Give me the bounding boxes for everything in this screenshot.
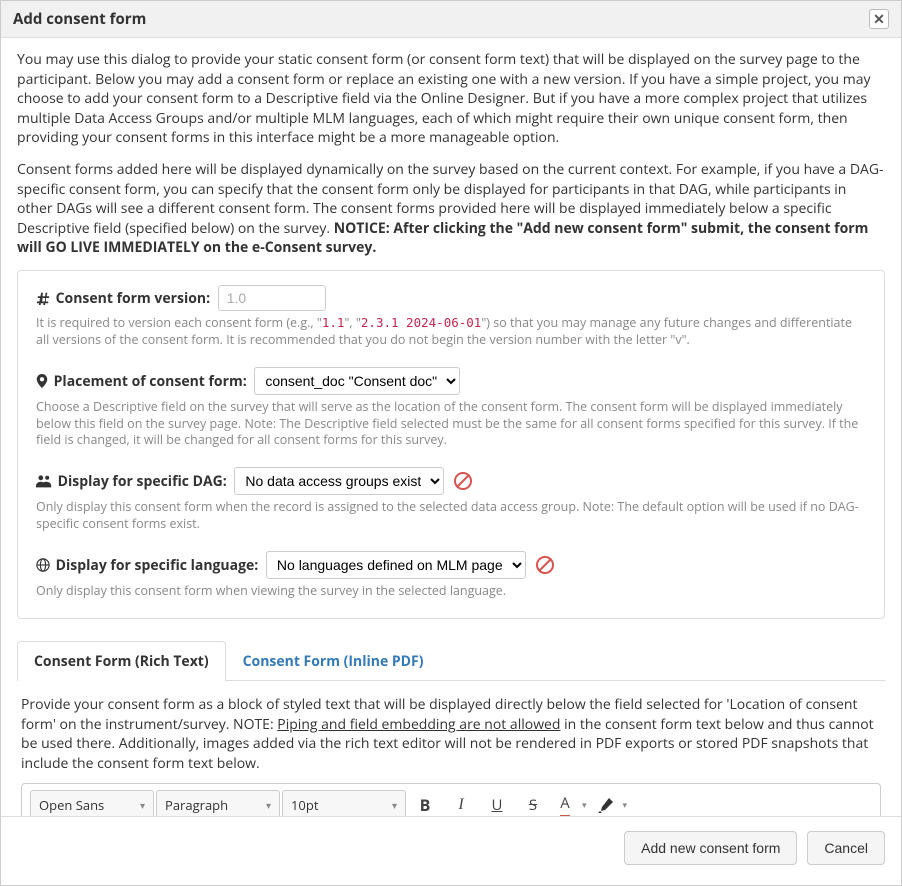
font-family-select[interactable]: Open Sans▾ — [30, 790, 154, 816]
underline-button[interactable]: U — [480, 790, 514, 816]
language-select[interactable]: No languages defined on MLM page — [266, 551, 526, 579]
prohibit-icon — [536, 556, 554, 574]
language-hint: Only display this consent form when view… — [36, 583, 866, 600]
rich-text-editor: Open Sans▾ Paragraph▾ 10pt▾ B I U S — [21, 783, 881, 816]
globe-icon — [36, 558, 50, 572]
highlight-button[interactable] — [593, 790, 619, 816]
rich-text-description: Provide your consent form as a block of … — [21, 695, 881, 773]
dialog-body: You may use this dialog to provide your … — [1, 38, 901, 816]
tab-rich-text[interactable]: Consent Form (Rich Text) — [17, 641, 226, 681]
language-row: Display for specific language: No langua… — [36, 551, 866, 579]
close-icon: ✕ — [873, 10, 885, 29]
intro-paragraph-2: Consent forms added here will be display… — [17, 160, 885, 258]
prohibit-icon — [454, 472, 472, 490]
users-icon — [36, 474, 52, 488]
chevron-down-icon: ▾ — [140, 798, 145, 812]
rich-text-tab-content: Provide your consent form as a block of … — [17, 681, 885, 816]
text-color-dropdown[interactable]: ▾ — [578, 799, 591, 812]
placement-hint: Choose a Descriptive field on the survey… — [36, 399, 866, 450]
chevron-down-icon: ▾ — [266, 798, 271, 812]
text-color-button[interactable]: A — [552, 790, 578, 816]
dag-hint: Only display this consent form when the … — [36, 499, 866, 533]
intro-paragraph-1: You may use this dialog to provide your … — [17, 50, 885, 148]
highlighter-icon — [598, 797, 614, 813]
dag-select[interactable]: No data access groups exist — [234, 467, 444, 495]
bold-button[interactable]: B — [408, 790, 442, 816]
dag-label: Display for specific DAG: — [36, 472, 230, 491]
placement-select[interactable]: consent_doc "Consent doc" — [254, 367, 460, 395]
consent-tabs: Consent Form (Rich Text) Consent Form (I… — [17, 641, 885, 681]
version-label: Consent form version: — [36, 289, 214, 308]
language-label: Display for specific language: — [36, 556, 262, 575]
highlight-dropdown[interactable]: ▾ — [619, 799, 632, 812]
dialog-footer: Add new consent form Cancel — [1, 816, 901, 879]
hash-icon — [36, 291, 50, 305]
settings-panel: Consent form version: It is required to … — [17, 270, 885, 619]
tab-inline-pdf[interactable]: Consent Form (Inline PDF) — [226, 641, 441, 681]
placement-row: Placement of consent form: consent_doc "… — [36, 367, 866, 395]
dialog: Add consent form ✕ You may use this dial… — [0, 0, 902, 886]
italic-button[interactable]: I — [444, 790, 478, 816]
map-pin-icon — [36, 374, 48, 388]
block-format-select[interactable]: Paragraph▾ — [156, 790, 280, 816]
add-consent-form-button[interactable]: Add new consent form — [624, 831, 797, 865]
chevron-down-icon: ▾ — [392, 798, 397, 812]
editor-toolbar-row-1: Open Sans▾ Paragraph▾ 10pt▾ B I U S — [22, 784, 880, 816]
strikethrough-button[interactable]: S — [516, 790, 550, 816]
text-color-combo: A ▾ — [552, 790, 591, 816]
close-button[interactable]: ✕ — [869, 9, 889, 29]
highlight-combo: ▾ — [593, 790, 632, 816]
version-hint: It is required to version each consent f… — [36, 315, 866, 349]
placement-label: Placement of consent form: — [36, 372, 250, 391]
version-input[interactable] — [218, 285, 326, 311]
dialog-title: Add consent form — [13, 9, 146, 29]
cancel-button[interactable]: Cancel — [807, 831, 885, 865]
dag-row: Display for specific DAG: No data access… — [36, 467, 866, 495]
font-size-select[interactable]: 10pt▾ — [282, 790, 406, 816]
titlebar: Add consent form ✕ — [1, 1, 901, 38]
version-row: Consent form version: — [36, 285, 866, 311]
dialog-body-scroll[interactable]: You may use this dialog to provide your … — [1, 38, 901, 816]
